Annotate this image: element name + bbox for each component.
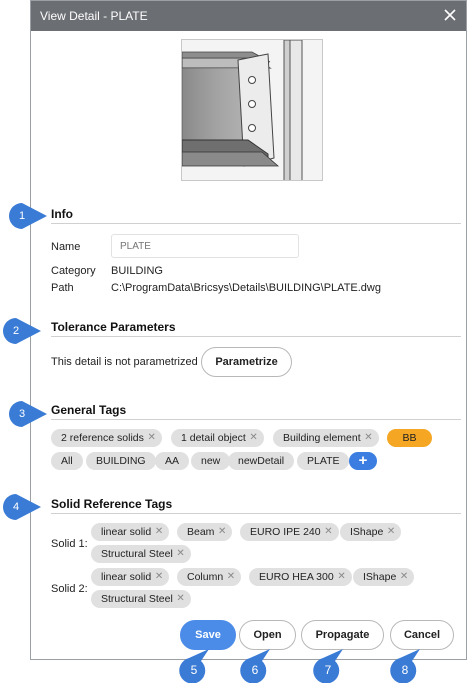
tag-chip[interactable]: 2 reference solids ✕	[51, 429, 162, 447]
callout-number: 3	[18, 408, 26, 420]
callout-marker: 3	[9, 401, 49, 427]
view-detail-dialog: View Detail - PLATE Info Name PLATE Cate…	[30, 0, 467, 660]
tag-label: linear solid	[101, 526, 152, 538]
callout-marker: 8	[390, 649, 420, 684]
solid-tags-heading: Solid Reference Tags	[51, 497, 173, 511]
info-heading: Info	[51, 207, 73, 221]
solid1-tag[interactable]: linear solid ✕	[91, 523, 170, 541]
propagate-button[interactable]: Propagate	[301, 620, 384, 650]
solid2-tag[interactable]: Structural Steel ✕	[91, 590, 191, 608]
remove-tag-icon[interactable]: ✕	[400, 568, 408, 586]
tag-label: 1 detail object	[181, 432, 246, 444]
tag-option[interactable]: newDetail	[228, 452, 295, 470]
save-button[interactable]: Save	[180, 620, 236, 650]
tag-label: Structural Steel	[101, 548, 173, 560]
not-parametrized-text: This detail is not parametrized	[51, 356, 198, 368]
parametrize-button[interactable]: Parametrize	[201, 347, 292, 377]
category-label: Category	[51, 265, 96, 277]
remove-tag-icon[interactable]: ✕	[155, 568, 163, 586]
tag-label: IShape	[350, 526, 384, 538]
callout-marker: 5	[179, 649, 209, 684]
tag-chip[interactable]: Building element ✕	[273, 429, 379, 447]
path-value: C:\ProgramData\Bricsys\Details\BUILDING\…	[111, 282, 381, 294]
callout-number: 8	[401, 663, 409, 677]
tag-label: Column	[187, 571, 224, 583]
remove-tag-icon[interactable]: ✕	[218, 523, 226, 541]
solid1-tag[interactable]: IShape ✕	[340, 523, 402, 541]
remove-tag-icon[interactable]: ✕	[176, 545, 184, 563]
window-title: View Detail - PLATE	[40, 9, 148, 23]
category-value: BUILDING	[111, 265, 163, 277]
callout-marker: 2	[3, 318, 43, 344]
solid-tags-divider	[51, 513, 461, 514]
callout-number: 6	[251, 663, 259, 677]
general-tags-divider	[51, 419, 461, 420]
solid1-tag[interactable]: Beam ✕	[177, 523, 233, 541]
callout-marker: 6	[240, 649, 270, 684]
solid1-label: Solid 1:	[51, 538, 88, 550]
remove-tag-icon[interactable]: ✕	[324, 523, 332, 541]
cancel-button[interactable]: Cancel	[390, 620, 454, 650]
callout-number: 2	[12, 325, 20, 337]
tag-label: 2 reference solids	[61, 432, 144, 444]
solid2-tag[interactable]: linear solid ✕	[91, 568, 170, 586]
solid2-tag[interactable]: Column ✕	[177, 568, 242, 586]
tag-label: EURO IPE 240	[250, 526, 321, 538]
open-button[interactable]: Open	[239, 620, 296, 650]
solid2-tag[interactable]: IShape ✕	[353, 568, 415, 586]
callout-number: 4	[12, 501, 20, 513]
tag-option[interactable]: All	[51, 452, 83, 470]
tag-label: Building element	[283, 432, 361, 444]
callout-marker: 7	[313, 649, 343, 684]
name-label: Name	[51, 241, 81, 253]
callout-number: 5	[190, 663, 198, 677]
close-icon[interactable]	[440, 5, 460, 25]
tolerance-divider	[51, 336, 461, 337]
info-divider	[51, 223, 461, 224]
solid1-tag[interactable]: EURO IPE 240 ✕	[240, 523, 339, 541]
tag-label: EURO HEA 300	[259, 571, 334, 583]
callout-number: 1	[18, 210, 26, 222]
tag-chip[interactable]: 1 detail object ✕	[171, 429, 264, 447]
callout-number: 7	[324, 663, 332, 677]
tag-label: IShape	[363, 571, 397, 583]
remove-tag-icon[interactable]: ✕	[227, 568, 235, 586]
tag-option[interactable]: AA	[155, 452, 190, 470]
tag-option[interactable]: new	[191, 452, 231, 470]
remove-tag-icon[interactable]: ✕	[387, 523, 395, 541]
add-tag-button[interactable]: +	[349, 452, 377, 470]
solid2-tag[interactable]: EURO HEA 300 ✕	[249, 568, 352, 586]
tag-label: Beam	[187, 526, 215, 538]
tag-chip-selected[interactable]: BB	[387, 429, 432, 447]
tag-label: linear solid	[101, 571, 152, 583]
remove-tag-icon[interactable]: ✕	[249, 429, 257, 447]
solid2-label: Solid 2:	[51, 583, 88, 595]
tag-label: Structural Steel	[101, 593, 173, 605]
callout-marker: 1	[9, 203, 49, 229]
callout-marker: 4	[3, 494, 43, 520]
remove-tag-icon[interactable]: ✕	[176, 590, 184, 608]
detail-preview-image	[181, 39, 323, 181]
remove-tag-icon[interactable]: ✕	[337, 568, 345, 586]
remove-tag-icon[interactable]: ✕	[364, 429, 372, 447]
title-bar: View Detail - PLATE	[31, 1, 466, 31]
name-field[interactable]	[111, 234, 299, 258]
remove-tag-icon[interactable]: ✕	[148, 429, 156, 447]
solid1-tag[interactable]: Structural Steel ✕	[91, 545, 191, 563]
tolerance-heading: Tolerance Parameters	[51, 320, 176, 334]
remove-tag-icon[interactable]: ✕	[155, 523, 163, 541]
tag-option[interactable]: BUILDING	[86, 452, 156, 470]
tag-option[interactable]: PLATE	[297, 452, 350, 470]
path-label: Path	[51, 282, 74, 294]
general-tags-heading: General Tags	[51, 403, 127, 417]
